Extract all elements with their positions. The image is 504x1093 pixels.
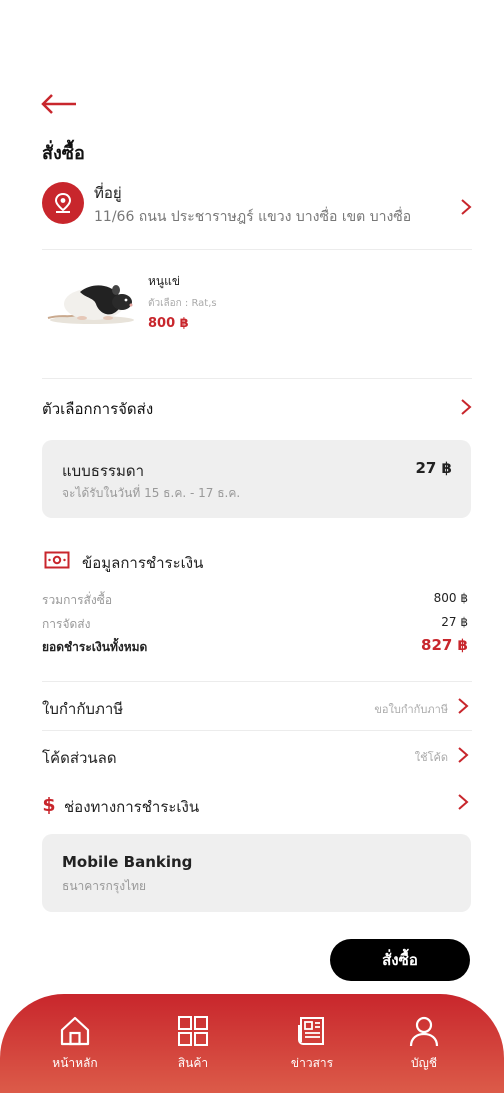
nav-item-account[interactable]: บัญชี bbox=[374, 994, 474, 1093]
svg-text:$: $ bbox=[42, 794, 55, 815]
payment-method-name: Mobile Banking bbox=[62, 853, 193, 871]
payment-channel-label[interactable]: ช่องทางการชำระเงิน bbox=[64, 795, 199, 819]
shipping-cost-value: 27 ฿ bbox=[441, 615, 468, 629]
product-price: 800 ฿ bbox=[148, 316, 189, 331]
nav-label-products: สินค้า bbox=[177, 1056, 209, 1070]
address-chevron-right-icon[interactable] bbox=[460, 198, 472, 216]
dollar-icon: $ bbox=[42, 794, 55, 815]
divider bbox=[42, 378, 472, 379]
total-label: ยอดชำระเงินทั้งหมด bbox=[42, 640, 148, 654]
tax-invoice-chevron-right-icon[interactable] bbox=[457, 697, 469, 715]
request-tax-invoice-link[interactable]: ขอใบกำกับภาษี bbox=[330, 700, 448, 718]
payment-bank-name: ธนาคารกรุงไทย bbox=[62, 879, 147, 893]
nav-item-products[interactable]: สินค้า bbox=[143, 994, 243, 1093]
home-icon bbox=[60, 1016, 90, 1046]
total-value: 827 ฿ bbox=[421, 636, 468, 654]
shipping-options-label[interactable]: ตัวเลือกการจัดส่ง bbox=[42, 397, 153, 421]
product-image bbox=[47, 285, 134, 324]
nav-label-account: บัญชี bbox=[411, 1056, 437, 1070]
discount-code-label[interactable]: โค้ดส่วนลด bbox=[42, 746, 117, 770]
nav-label-home: หน้าหลัก bbox=[52, 1056, 98, 1070]
nav-label-news: ข่าวสาร bbox=[290, 1056, 334, 1070]
user-icon bbox=[409, 1016, 439, 1047]
product-name: หนูแข่ bbox=[148, 274, 181, 288]
back-arrow-icon[interactable] bbox=[40, 90, 80, 118]
product-option: ตัวเลือก : Rat,s bbox=[148, 298, 217, 309]
address-label: ที่อยู่ bbox=[94, 184, 122, 202]
newspaper-icon bbox=[298, 1017, 324, 1045]
grid-icon bbox=[178, 1016, 208, 1046]
payment-channel-chevron-right-icon[interactable] bbox=[457, 793, 469, 811]
shipping-eta: จะได้รับในวันที่ 15 ธ.ค. - 17 ธ.ค. bbox=[62, 486, 241, 500]
payment-info-title: ข้อมูลการชำระเงิน bbox=[82, 554, 204, 572]
order-subtotal-label: รวมการสั่งซื้อ bbox=[42, 593, 113, 607]
nav-item-news[interactable]: ข่าวสาร bbox=[262, 994, 362, 1093]
tax-invoice-label[interactable]: ใบกำกับภาษี bbox=[42, 697, 123, 721]
nav-item-home[interactable]: หน้าหลัก bbox=[25, 994, 125, 1093]
discount-chevron-right-icon[interactable] bbox=[457, 746, 469, 764]
place-order-button[interactable]: สั่งซื้อ bbox=[330, 939, 470, 981]
payment-method-card[interactable] bbox=[42, 834, 471, 912]
bottom-nav: หน้าหลัก สินค้า ข่าวสาร บัญชี bbox=[0, 994, 504, 1093]
location-pin-icon bbox=[42, 182, 84, 224]
divider bbox=[42, 681, 472, 682]
use-code-link[interactable]: ใช้โค้ด bbox=[380, 748, 448, 766]
shipping-cost-label: การจัดส่ง bbox=[42, 617, 91, 631]
address-text: 11/66 ถนน ประชาราษฎร์ แขวง บางซื่อ เขต บ… bbox=[94, 209, 412, 225]
divider bbox=[42, 249, 472, 250]
shipping-price: 27 ฿ bbox=[415, 459, 452, 477]
shipping-method-name: แบบธรรมดา bbox=[62, 462, 145, 480]
shipping-chevron-right-icon[interactable] bbox=[460, 398, 472, 416]
money-icon bbox=[44, 551, 70, 569]
divider bbox=[42, 730, 472, 731]
page-title: สั่งซื้อ bbox=[42, 143, 85, 164]
order-subtotal-value: 800 ฿ bbox=[433, 591, 468, 605]
